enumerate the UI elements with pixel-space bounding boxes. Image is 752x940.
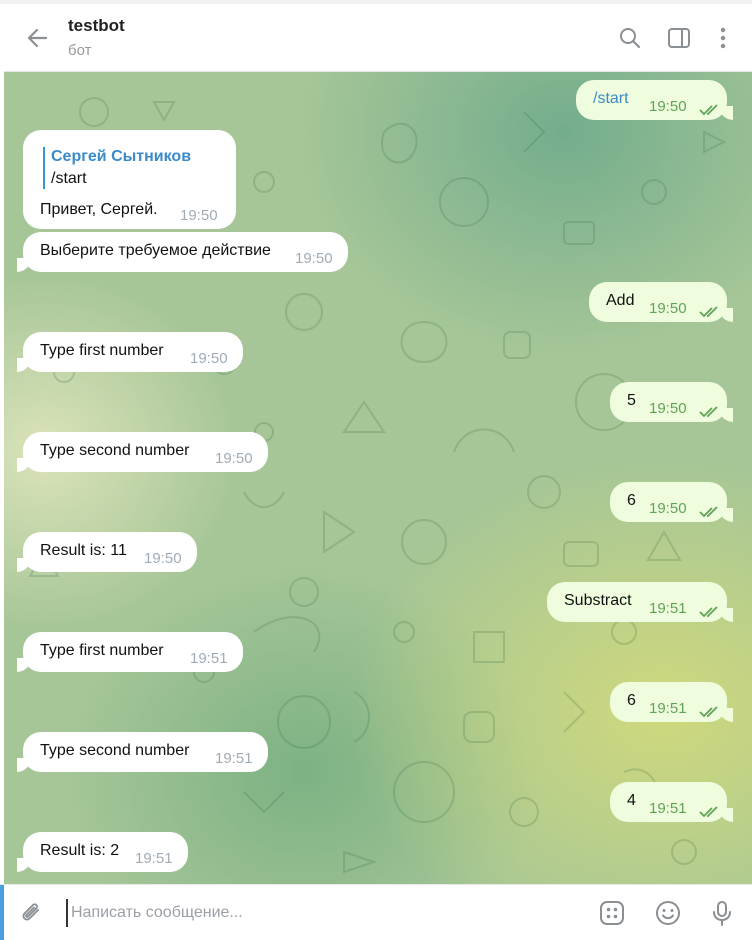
message-outgoing[interactable]: 6 19:50 (610, 482, 733, 522)
message-outgoing[interactable]: 4 19:51 (610, 782, 733, 822)
message-text: Type second number (40, 442, 190, 459)
chat-subtitle: бот (68, 42, 92, 59)
message-time: 19:50 (180, 207, 218, 224)
message-incoming-reply[interactable]: Сергей Сытников /start Привет, Сергей. 1… (23, 130, 236, 229)
message-time: 19:50 (295, 250, 333, 267)
message-time: 19:50 (649, 300, 687, 317)
message-time: 19:50 (649, 500, 687, 517)
chat-header: testbot бот (4, 4, 752, 72)
message-outgoing[interactable]: Substract 19:51 (547, 582, 733, 622)
message-input[interactable]: Написать сообщение... (66, 899, 566, 927)
message-text: 6 (627, 692, 636, 709)
message-text: Result is: 2 (40, 842, 120, 859)
composer-focus-edge (0, 885, 4, 940)
message-text: /start (593, 90, 629, 107)
message-time: 19:50 (649, 98, 687, 115)
message-incoming[interactable]: Type second number 19:51 (17, 732, 268, 772)
double-check-icon (699, 104, 718, 116)
paperclip-icon[interactable] (18, 899, 46, 927)
chat-title[interactable]: testbot (68, 16, 125, 36)
message-text: 4 (627, 792, 636, 809)
double-check-icon (699, 406, 718, 418)
double-check-icon (699, 306, 718, 318)
message-text: 5 (627, 392, 636, 409)
message-composer: Написать сообщение... (0, 884, 752, 940)
reply-quoted-text: /start (51, 170, 87, 187)
message-text: Add (606, 292, 635, 309)
microphone-icon[interactable] (708, 899, 736, 927)
message-time: 19:51 (190, 650, 228, 667)
message-text: Привет, Сергей. (40, 201, 158, 218)
message-incoming[interactable]: Result is: 11 19:50 (17, 532, 197, 572)
message-time: 19:51 (135, 850, 173, 867)
message-text: Type first number (40, 642, 164, 659)
message-outgoing[interactable]: /start 19:50 (576, 80, 733, 120)
double-check-icon (699, 506, 718, 518)
message-incoming[interactable]: Type first number 19:51 (17, 632, 243, 672)
search-icon[interactable] (616, 24, 644, 52)
double-check-icon (699, 706, 718, 718)
message-time: 19:51 (649, 700, 687, 717)
message-text: 6 (627, 492, 636, 509)
reply-quote-bar (43, 147, 45, 189)
message-incoming[interactable]: Type first number 19:50 (17, 332, 243, 372)
message-time: 19:51 (649, 600, 687, 617)
reply-quoted-author[interactable]: Сергей Сытников (51, 148, 191, 166)
double-check-icon (699, 806, 718, 818)
emoji-icon[interactable] (654, 899, 682, 927)
sidebar-toggle-icon[interactable] (665, 24, 693, 52)
back-arrow-icon[interactable] (24, 24, 52, 52)
message-time: 19:50 (215, 450, 253, 467)
message-time: 19:51 (649, 800, 687, 817)
message-time: 19:50 (190, 350, 228, 367)
message-incoming[interactable]: Выберите требуемое действие 19:50 (17, 232, 348, 272)
message-incoming[interactable]: Type second number 19:50 (17, 432, 268, 472)
message-outgoing[interactable]: 5 19:50 (610, 382, 733, 422)
message-text: Type second number (40, 742, 190, 759)
message-time: 19:50 (649, 400, 687, 417)
message-time: 19:51 (215, 750, 253, 767)
message-incoming[interactable]: Result is: 2 19:51 (17, 832, 188, 872)
more-vertical-icon[interactable] (709, 24, 737, 52)
message-time: 19:50 (144, 550, 182, 567)
message-outgoing[interactable]: 6 19:51 (610, 682, 733, 722)
message-text: Result is: 11 (40, 542, 127, 559)
message-outgoing[interactable]: Add 19:50 (589, 282, 733, 322)
bot-commands-icon[interactable] (598, 899, 626, 927)
message-text: Substract (564, 592, 632, 609)
message-text: Выберите требуемое действие (40, 242, 271, 259)
message-text: Type first number (40, 342, 164, 359)
chat-history[interactable]: /start 19:50 Сергей Сытников /start Прив… (4, 72, 752, 884)
double-check-icon (699, 606, 718, 618)
